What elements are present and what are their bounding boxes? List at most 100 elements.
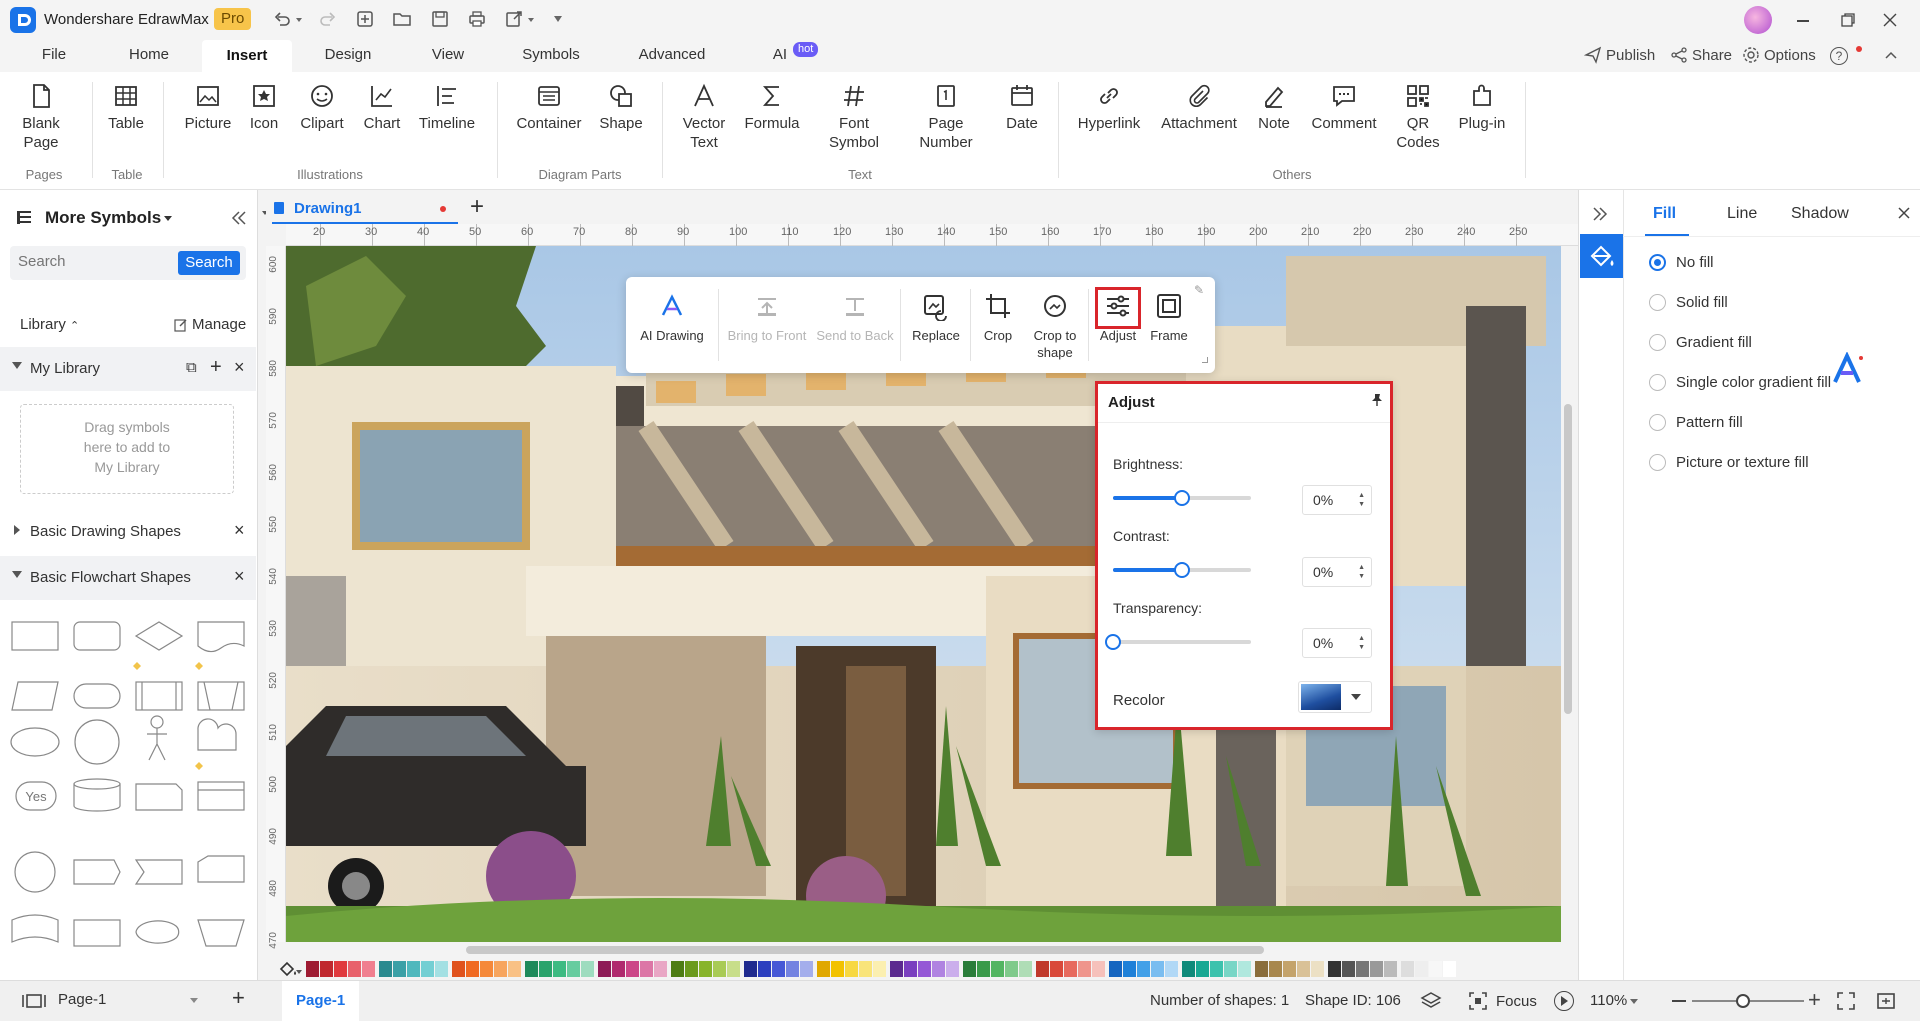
color-swatch[interactable] [393, 961, 406, 977]
comment-button[interactable]: Comment [1308, 82, 1380, 133]
basic-drawing-shapes-section[interactable]: Basic Drawing Shapes × [0, 510, 256, 554]
shape-button[interactable]: Shape [598, 82, 644, 133]
color-swatch[interactable] [1151, 961, 1164, 977]
color-swatch[interactable] [890, 961, 903, 977]
crop-button[interactable]: Crop [974, 291, 1022, 344]
vector-text-button[interactable]: Vector Text [680, 82, 728, 152]
color-swatch[interactable] [946, 961, 959, 977]
manage-button[interactable]: Manage [174, 316, 246, 333]
color-swatch[interactable] [494, 961, 507, 977]
color-swatch[interactable] [553, 961, 566, 977]
page-selector[interactable]: Page-1 [58, 991, 204, 1008]
color-swatch[interactable] [1328, 961, 1341, 977]
export-dropdown-icon[interactable] [528, 18, 534, 22]
radio-pattern-fill[interactable] [1649, 414, 1666, 431]
color-swatch[interactable] [626, 961, 639, 977]
radio-gradient-fill[interactable] [1649, 334, 1666, 351]
fill-option-single-gradient[interactable]: Single color gradient fill [1649, 374, 1831, 391]
horizontal-scrollbar[interactable] [466, 946, 1264, 954]
color-swatch[interactable] [1005, 961, 1018, 977]
date-button[interactable]: Date [1002, 82, 1042, 133]
radio-picture-fill[interactable] [1649, 454, 1666, 471]
color-swatch[interactable] [1064, 961, 1077, 977]
undo-dropdown-icon[interactable] [296, 18, 302, 22]
fill-option-gradient[interactable]: Gradient fill [1649, 334, 1752, 351]
brightness-input[interactable]: 0% ▲ ▼ [1302, 485, 1372, 515]
pin-icon[interactable]: ✎ [1194, 283, 1204, 297]
attachment-button[interactable]: Attachment [1158, 82, 1240, 133]
color-swatch[interactable] [727, 961, 740, 977]
new-icon[interactable] [355, 9, 375, 29]
color-swatch[interactable] [671, 961, 684, 977]
qr-codes-button[interactable]: QR Codes [1394, 82, 1442, 152]
color-swatch[interactable] [1050, 961, 1063, 977]
contrast-spinner[interactable]: ▲ ▼ [1358, 563, 1365, 581]
basic-flowchart-shapes-section[interactable]: Basic Flowchart Shapes × [0, 556, 256, 600]
document-tab[interactable]: Drawing1 [272, 194, 458, 224]
color-swatch[interactable] [1036, 961, 1049, 977]
contrast-slider[interactable] [1113, 562, 1251, 578]
my-library-section[interactable]: My Library ⧉ + × [0, 347, 256, 391]
close-window-icon[interactable] [1882, 12, 1898, 28]
color-swatch[interactable] [1283, 961, 1296, 977]
contrast-input[interactable]: 0% ▲ ▼ [1302, 557, 1372, 587]
more-symbols-title[interactable]: More Symbols [45, 208, 173, 228]
page-number-button[interactable]: Page Number [918, 82, 974, 152]
color-swatch[interactable] [1342, 961, 1355, 977]
print-icon[interactable] [467, 9, 487, 29]
tab-line[interactable]: Line [1727, 205, 1757, 223]
menu-file[interactable]: File [36, 46, 72, 63]
undo-icon[interactable] [272, 10, 292, 30]
expand-panel-icon[interactable] [1591, 206, 1609, 222]
color-swatch[interactable] [567, 961, 580, 977]
options-button[interactable]: Options [1742, 46, 1816, 64]
color-swatch[interactable] [1401, 961, 1414, 977]
menu-design[interactable]: Design [322, 46, 374, 63]
color-swatch[interactable] [991, 961, 1004, 977]
menu-home[interactable]: Home [125, 46, 173, 63]
color-swatch[interactable] [859, 961, 872, 977]
user-avatar[interactable] [1744, 6, 1772, 34]
export-icon[interactable] [504, 9, 524, 29]
transparency-spinner[interactable]: ▲ ▼ [1358, 634, 1365, 652]
replace-button[interactable]: Replace [906, 291, 966, 344]
color-swatches[interactable] [306, 961, 1457, 977]
color-swatch[interactable] [612, 961, 625, 977]
help-icon[interactable]: ? [1830, 47, 1848, 65]
customize-toolbar-icon[interactable] [554, 16, 562, 22]
color-swatch[interactable] [421, 961, 434, 977]
page-tab-active[interactable]: Page-1 [282, 981, 360, 1021]
color-swatch[interactable] [685, 961, 698, 977]
collapse-panel-icon[interactable] [230, 210, 248, 226]
zoom-slider-knob[interactable] [1736, 994, 1750, 1008]
hyperlink-button[interactable]: Hyperlink [1074, 82, 1144, 133]
color-swatch[interactable] [654, 961, 667, 977]
color-swatch[interactable] [1196, 961, 1209, 977]
menu-view[interactable]: View [428, 46, 468, 63]
radio-single-gradient-fill[interactable] [1649, 374, 1666, 391]
zoom-out-icon[interactable] [1672, 1000, 1686, 1002]
radio-solid-fill[interactable] [1649, 294, 1666, 311]
color-swatch[interactable] [744, 961, 757, 977]
crop-to-shape-button[interactable]: Crop to shape [1024, 291, 1086, 361]
color-swatch[interactable] [873, 961, 886, 977]
color-swatch[interactable] [539, 961, 552, 977]
color-swatch[interactable] [1311, 961, 1324, 977]
color-swatch[interactable] [1297, 961, 1310, 977]
open-folder-icon[interactable] [392, 9, 412, 29]
color-swatch[interactable] [758, 961, 771, 977]
close-section-icon[interactable]: × [234, 566, 245, 587]
color-swatch[interactable] [640, 961, 653, 977]
collapse-ribbon-icon[interactable] [1884, 49, 1898, 63]
color-swatch[interactable] [480, 961, 493, 977]
send-to-back-button[interactable]: Send to Back [810, 291, 900, 344]
radio-no-fill[interactable] [1649, 254, 1666, 271]
color-swatch[interactable] [581, 961, 594, 977]
clipart-button[interactable]: Clipart [296, 82, 348, 133]
blank-page-button[interactable]: Blank Page [18, 82, 64, 152]
color-swatch[interactable] [306, 961, 319, 977]
color-swatch[interactable] [904, 961, 917, 977]
save-icon[interactable] [430, 9, 450, 29]
formula-button[interactable]: Formula [742, 82, 802, 133]
color-swatch[interactable] [1182, 961, 1195, 977]
